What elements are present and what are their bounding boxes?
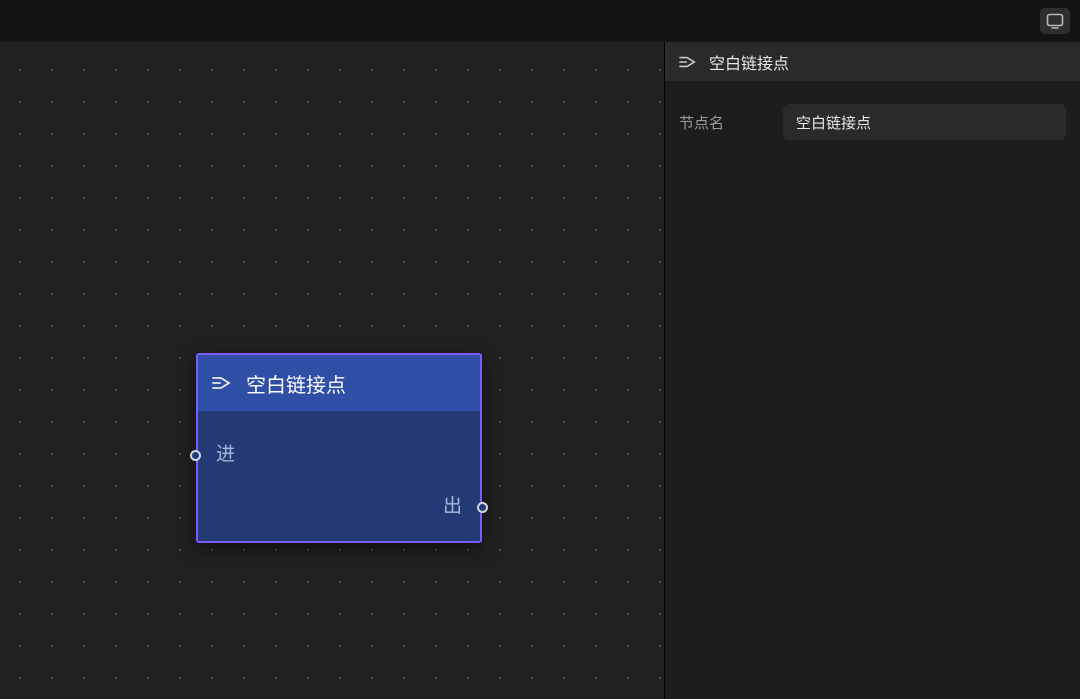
inspector-header-title: 空白链接点 xyxy=(709,50,789,74)
node-blank-link[interactable]: 空白链接点 进 出 xyxy=(196,353,482,543)
node-title: 空白链接点 xyxy=(246,369,346,398)
link-node-icon xyxy=(212,374,232,392)
topbar xyxy=(0,0,1080,42)
inspector-row-node-name: 节点名 xyxy=(665,82,1080,140)
node-name-input[interactable] xyxy=(783,104,1066,140)
node-port-out-label: 出 xyxy=(443,491,462,518)
link-node-icon xyxy=(679,54,697,70)
node-pin-out[interactable] xyxy=(477,502,488,513)
node-body: 进 出 xyxy=(198,411,480,541)
cast-icon xyxy=(1046,13,1064,29)
inspector-panel: 空白链接点 节点名 xyxy=(664,42,1080,699)
workspace: 空白链接点 进 出 空白链接点 节点名 xyxy=(0,42,1080,699)
node-header[interactable]: 空白链接点 xyxy=(198,355,480,411)
node-name-label: 节点名 xyxy=(679,112,765,133)
cast-button[interactable] xyxy=(1040,8,1070,34)
node-canvas[interactable]: 空白链接点 进 出 xyxy=(0,42,664,699)
node-port-in-label: 进 xyxy=(216,439,235,466)
node-pin-in[interactable] xyxy=(190,450,201,461)
inspector-header: 空白链接点 xyxy=(665,42,1080,82)
